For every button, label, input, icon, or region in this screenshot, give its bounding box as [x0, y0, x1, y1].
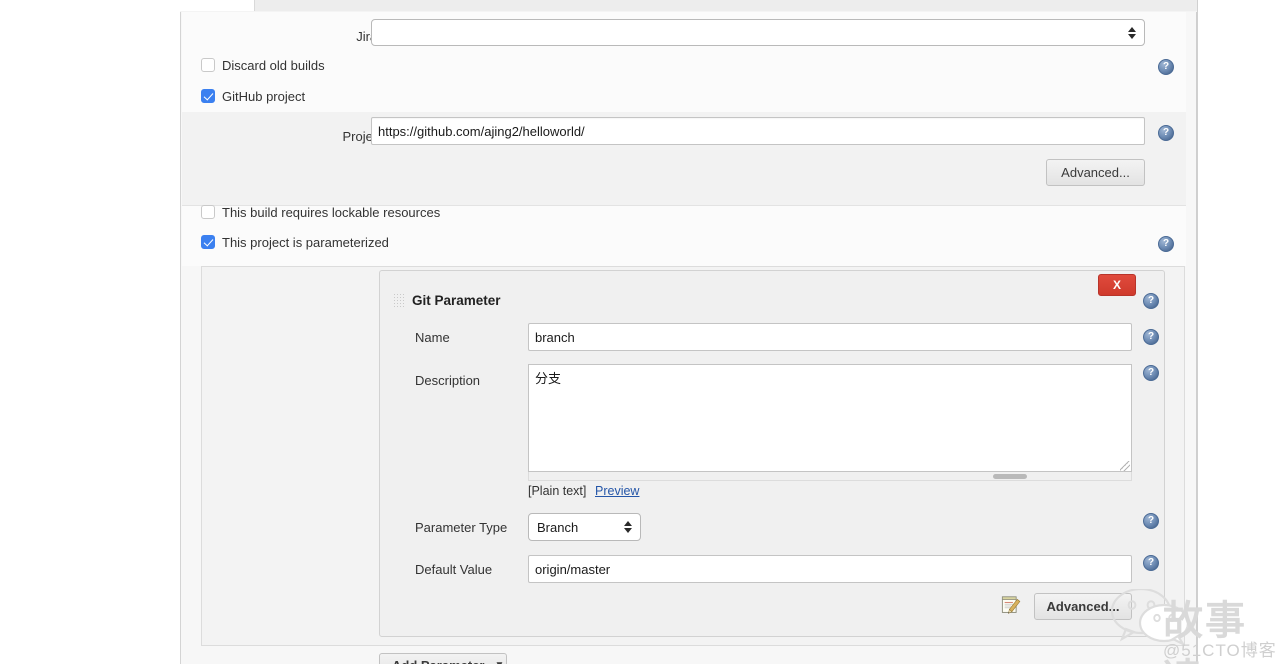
help-icon[interactable]: ? [1143, 555, 1159, 571]
config-panel: Jira site Discard old builds ? GitHub pr… [180, 12, 1197, 664]
discard-old-builds-label: Discard old builds [222, 58, 325, 73]
stepper-arrows-icon [1127, 25, 1136, 41]
github-project-row [182, 82, 1186, 112]
git-parameter-title: Git Parameter [412, 293, 501, 308]
help-icon[interactable]: ? [1158, 236, 1174, 252]
help-icon[interactable]: ? [1143, 293, 1159, 309]
add-parameter-button[interactable]: Add Parameter ▼ [379, 653, 507, 664]
param-advanced-button[interactable]: Advanced... [1034, 593, 1132, 620]
help-icon[interactable]: ? [1143, 365, 1159, 381]
markup-type-label: [Plain text] [528, 484, 587, 498]
param-default-label: Default Value [415, 562, 493, 577]
jira-site-select[interactable] [371, 19, 1145, 46]
param-type-select[interactable]: Branch [528, 513, 641, 541]
watermark-source: @51CTO博客 [1163, 641, 1277, 660]
description-preview-link[interactable]: Preview [595, 484, 639, 498]
parameterized-checkbox[interactable] [201, 235, 215, 249]
discard-builds-row [182, 52, 1186, 82]
param-type-label: Parameter Type [415, 520, 508, 535]
remove-parameter-button[interactable]: X [1098, 274, 1136, 296]
param-type-value: Branch [537, 519, 579, 535]
chevron-down-icon: ▼ [494, 660, 504, 664]
github-advanced-button[interactable]: Advanced... [1046, 159, 1145, 186]
param-description-textarea[interactable]: 分支 [528, 364, 1132, 472]
help-icon[interactable]: ? [1158, 59, 1174, 75]
drag-handle-icon[interactable] [393, 293, 406, 308]
notepad-pencil-icon [1001, 596, 1021, 614]
textarea-hscrollbar[interactable] [528, 472, 1132, 481]
stepper-arrows-icon [623, 519, 632, 535]
param-name-input[interactable] [528, 323, 1132, 351]
textarea-hscrollbar-thumb[interactable] [993, 474, 1027, 479]
discard-old-builds-checkbox[interactable] [201, 58, 215, 72]
project-url-input[interactable] [371, 117, 1145, 145]
help-icon[interactable]: ? [1143, 513, 1159, 529]
param-default-input[interactable] [528, 555, 1132, 583]
parameterized-label: This project is parameterized [222, 235, 389, 250]
lockable-resources-label: This build requires lockable resources [222, 205, 441, 220]
project-url-label: Project url [342, 129, 401, 144]
help-icon[interactable]: ? [1158, 125, 1174, 141]
param-name-label: Name [415, 330, 450, 345]
param-description-label: Description [415, 373, 481, 388]
github-project-label: GitHub project [222, 89, 306, 104]
panel-right-border [1197, 0, 1198, 664]
github-project-checkbox[interactable] [201, 89, 215, 103]
lockable-resources-checkbox[interactable] [201, 205, 215, 219]
add-parameter-label: Add Parameter [392, 658, 484, 664]
help-icon[interactable]: ? [1143, 329, 1159, 345]
screen: Jira site Discard old builds ? GitHub pr… [0, 0, 1280, 664]
